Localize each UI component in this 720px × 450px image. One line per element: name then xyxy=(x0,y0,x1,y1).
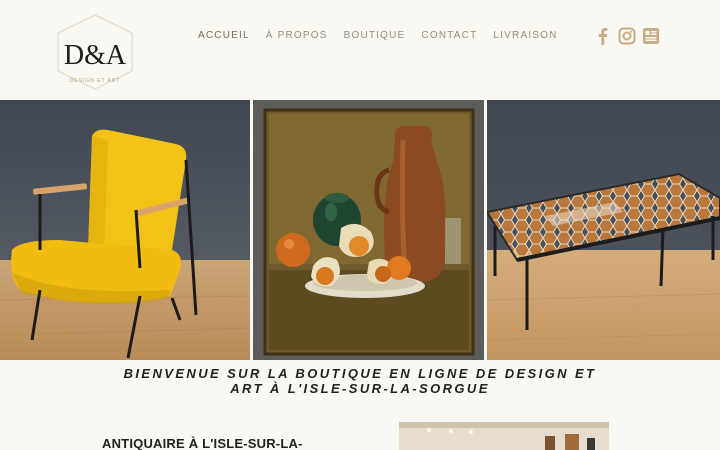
nav-item-livraison[interactable]: LIVRAISON xyxy=(493,30,557,44)
nav-item-contact[interactable]: CONTACT xyxy=(421,30,477,44)
website-icon[interactable] xyxy=(642,27,660,45)
logo-tagline: DESIGN ET ART xyxy=(69,78,121,84)
welcome-heading-line2: ART À L'ISLE-SUR-LA-SORGUE xyxy=(230,381,490,396)
yellow-armchair-photo[interactable] xyxy=(0,100,250,360)
welcome-heading-line1: BIENVENUE SUR LA BOUTIQUE EN LIGNE DE DE… xyxy=(123,366,597,381)
social-links xyxy=(594,27,660,45)
still-life-painting-photo[interactable] xyxy=(253,100,484,360)
facebook-icon[interactable] xyxy=(594,27,612,45)
hero-gallery xyxy=(0,100,720,360)
nav-item-boutique[interactable]: BOUTIQUE xyxy=(344,30,406,44)
shop-interior-photo[interactable] xyxy=(399,422,609,450)
main-nav: ACCUEIL À PROPOS BOUTIQUE CONTACT LIVRAI… xyxy=(198,30,574,44)
site-header: D&A DESIGN ET ART ACCUEIL À PROPOS BOUTI… xyxy=(0,0,720,100)
intro-title: ANTIQUAIRE À L'ISLE-SUR-LA- xyxy=(102,436,303,450)
logo[interactable]: D&A DESIGN ET ART xyxy=(56,14,134,90)
logo-text: D&A xyxy=(63,40,127,71)
tiled-coffee-table-photo[interactable] xyxy=(487,100,720,360)
nav-item-accueil[interactable]: ACCUEIL xyxy=(198,30,250,44)
welcome-heading: BIENVENUE SUR LA BOUTIQUE EN LIGNE DE DE… xyxy=(0,366,720,396)
nav-item-a-propos[interactable]: À PROPOS xyxy=(266,30,328,44)
instagram-icon[interactable] xyxy=(618,27,636,45)
